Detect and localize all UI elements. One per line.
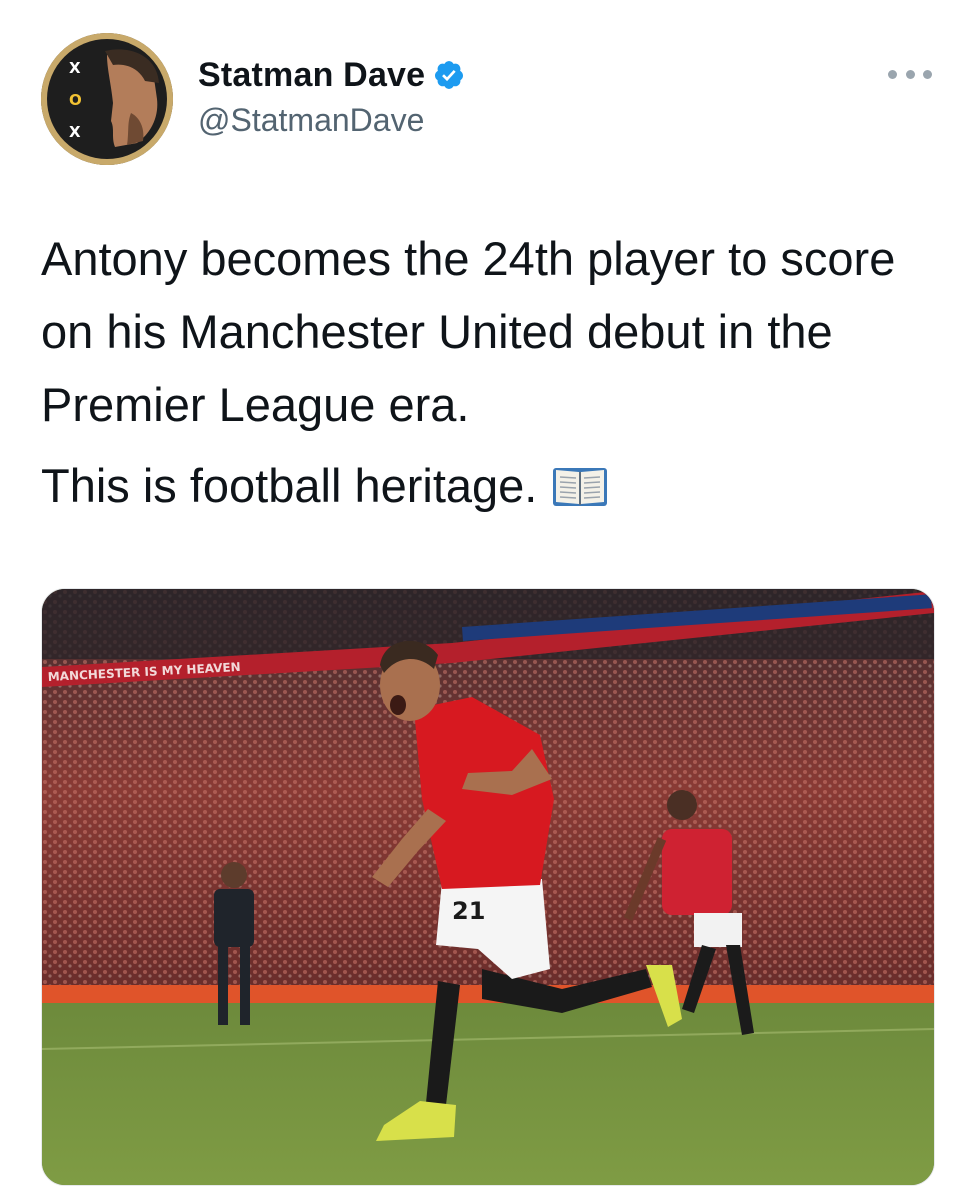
verified-badge-icon: [435, 61, 464, 89]
user-handle[interactable]: @StatmanDave: [198, 102, 465, 139]
avatar[interactable]: X O X: [41, 33, 173, 165]
author-info: Statman Dave @StatmanDave: [198, 52, 465, 139]
avatar-mark: X: [69, 123, 81, 141]
tweet-paragraph: This is football heritage.: [41, 449, 941, 522]
open-book-emoji: [553, 468, 608, 506]
more-dot: [905, 69, 915, 79]
more-options-icon[interactable]: [888, 62, 932, 86]
display-name[interactable]: Statman Dave: [198, 56, 425, 95]
statman-avatar-icon: X O X: [41, 33, 173, 165]
avatar-mark: O: [69, 91, 82, 109]
tweet-paragraph-text: This is football heritage.: [41, 459, 538, 512]
more-dot: [923, 69, 932, 79]
tweet-card: X O X Statman Dave @StatmanDave Antony b…: [0, 0, 975, 1200]
tweet-text: Antony becomes the 24th player to score …: [41, 222, 941, 522]
tweet-photo[interactable]: MANCHESTER IS MY HEAVEN 21: [41, 588, 935, 1186]
shirt-number: 21: [452, 897, 485, 925]
football-celebration-photo: MANCHESTER IS MY HEAVEN 21: [42, 589, 934, 1185]
tweet-paragraph: Antony becomes the 24th player to score …: [41, 232, 896, 431]
avatar-mark: X: [69, 59, 81, 77]
more-dot: [888, 69, 897, 79]
